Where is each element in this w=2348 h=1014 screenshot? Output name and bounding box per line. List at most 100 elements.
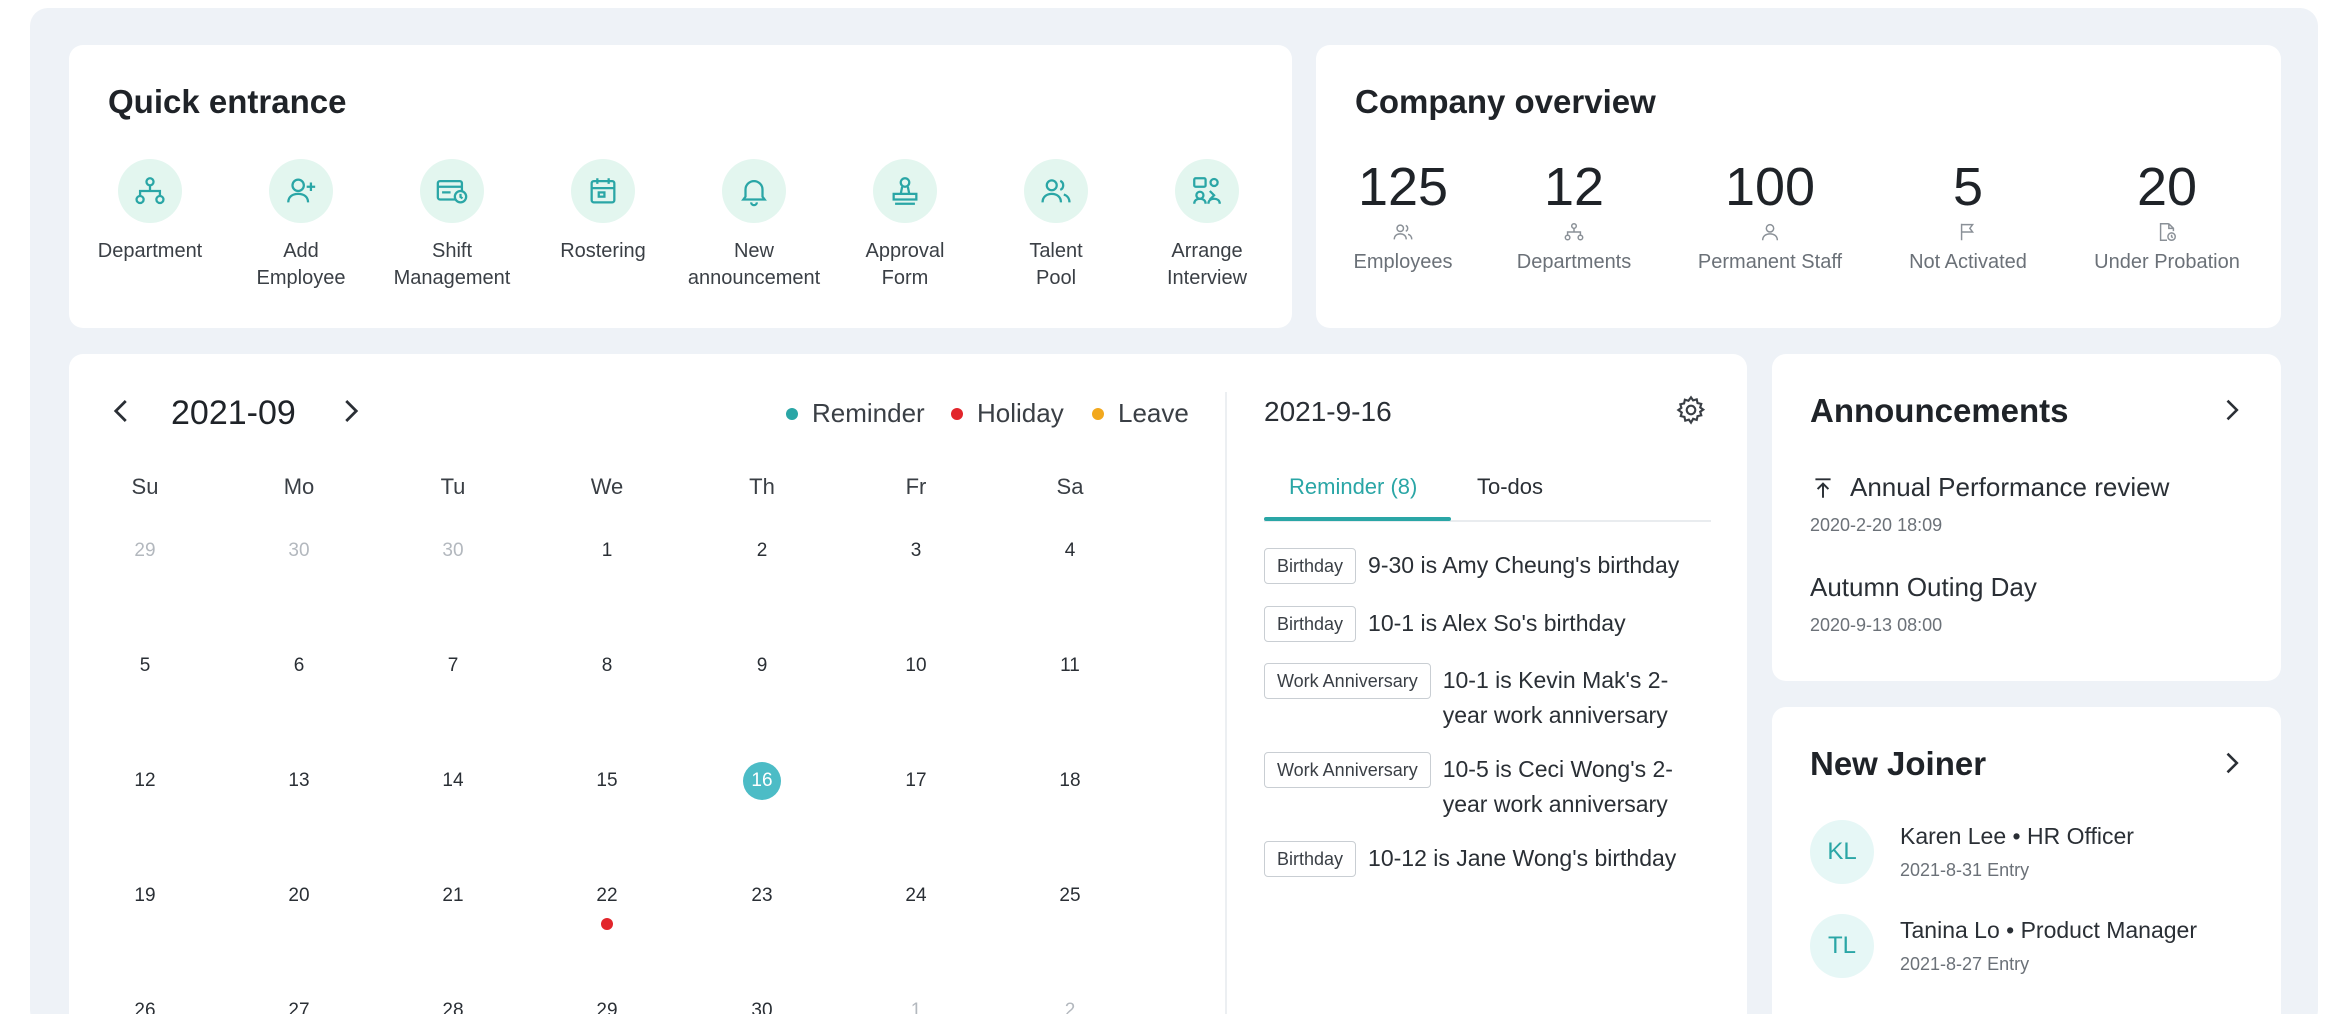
calendar-day[interactable]: 5 bbox=[115, 646, 175, 686]
calendar-day[interactable]: 17 bbox=[886, 761, 946, 801]
stamp-icon bbox=[873, 159, 937, 223]
reminder-item[interactable]: Work Anniversary 10-5 is Ceci Wong's 2- … bbox=[1264, 752, 1673, 822]
quick-entry-label: Add Employee bbox=[256, 240, 346, 289]
stat-label: Departments bbox=[1516, 251, 1632, 273]
calendar-day[interactable]: 10 bbox=[886, 646, 946, 686]
calendar-day[interactable]: 1 bbox=[577, 531, 637, 571]
reminder-item[interactable]: Work Anniversary 10-1 is Kevin Mak's 2- … bbox=[1264, 663, 1668, 733]
calendar-day[interactable]: 30 bbox=[423, 531, 483, 571]
quick-entry-approval-form[interactable]: Approval Form bbox=[830, 159, 980, 292]
joiner-item[interactable]: KL Karen Lee • HR Officer 2021-8-31 Entr… bbox=[1810, 820, 2134, 884]
joiner-item[interactable]: TL Tanina Lo • Product Manager 2021-8-27… bbox=[1810, 914, 2197, 978]
calendar-day-number: 2 bbox=[1064, 1000, 1076, 1014]
calendar-day[interactable]: 8 bbox=[577, 646, 637, 686]
calendar-day-number: 17 bbox=[905, 770, 927, 791]
calendar-day[interactable]: 24 bbox=[886, 876, 946, 916]
calendar-day[interactable]: 21 bbox=[423, 876, 483, 916]
calendar-day[interactable]: 19 bbox=[115, 876, 175, 916]
quick-entry-new-announcement[interactable]: New announcement bbox=[679, 159, 829, 292]
calendar-day-number: 29 bbox=[134, 540, 156, 561]
calendar-day[interactable]: 15 bbox=[577, 761, 637, 801]
calendar-day-number: 30 bbox=[442, 540, 464, 561]
stat-not-activated[interactable]: 5 Not Activated bbox=[1878, 157, 2058, 274]
legend-leave: Leave bbox=[1092, 398, 1189, 429]
calendar-day-number: 24 bbox=[905, 885, 927, 906]
quick-entry-rostering[interactable]: Rostering bbox=[528, 159, 678, 265]
calendar-day[interactable]: 28 bbox=[423, 991, 483, 1014]
calendar-day[interactable]: 14 bbox=[423, 761, 483, 801]
calendar-day[interactable]: 30 bbox=[732, 991, 792, 1014]
reminder-text: 10-5 is Ceci Wong's 2- year work anniver… bbox=[1442, 756, 1673, 817]
people-icon bbox=[1316, 221, 1493, 247]
reminder-text: 10-1 is Kevin Mak's 2- year work anniver… bbox=[1442, 667, 1669, 728]
reminder-tag: Work Anniversary bbox=[1264, 663, 1431, 699]
stat-permanent-staff[interactable]: 100 Permanent Staff bbox=[1680, 157, 1860, 274]
calendar-day[interactable]: 20 bbox=[269, 876, 329, 916]
announcement-item[interactable]: Autumn Outing Day 2020-9-13 08:00 bbox=[1810, 572, 2037, 636]
holiday-dot bbox=[951, 407, 963, 420]
weekday-header: Tu bbox=[440, 474, 466, 499]
flag-icon bbox=[1878, 221, 2058, 247]
calendar-day[interactable]: 12 bbox=[115, 761, 175, 801]
calendar-day-number: 1 bbox=[910, 1000, 922, 1014]
reminder-item[interactable]: Birthday 10-1 is Alex So's birthday bbox=[1264, 606, 1626, 642]
reminder-item[interactable]: Birthday 10-12 is Jane Wong's birthday bbox=[1264, 841, 1676, 877]
stat-under-probation[interactable]: 20 Under Probation bbox=[2077, 157, 2257, 274]
calendar-day[interactable]: 29 bbox=[115, 531, 175, 571]
quick-entry-shift-management[interactable]: Shift Management bbox=[377, 159, 527, 292]
calendar-day[interactable]: 1 bbox=[886, 991, 946, 1014]
stat-value: 125 bbox=[1357, 157, 1449, 217]
announcements-card: Announcements Annual Performance review … bbox=[1772, 354, 2281, 681]
calendar-day[interactable]: 25 bbox=[1040, 876, 1100, 916]
company-overview-title: Company overview bbox=[1355, 83, 1656, 120]
prev-month-button[interactable] bbox=[107, 396, 137, 434]
calendar-day[interactable]: 27 bbox=[269, 991, 329, 1014]
calendar-day[interactable]: 22 bbox=[577, 876, 637, 916]
calendar-day[interactable]: 11 bbox=[1040, 646, 1100, 686]
chevron-right-icon[interactable] bbox=[2217, 396, 2245, 424]
calendar-day[interactable]: 16 bbox=[732, 761, 792, 801]
tab-todos[interactable]: To-dos bbox=[1477, 474, 1543, 500]
quick-entry-talent-pool[interactable]: Talent Pool bbox=[981, 159, 1131, 292]
calendar-day-number: 5 bbox=[139, 655, 151, 676]
shift-card-icon bbox=[420, 159, 484, 223]
calendar-day[interactable]: 6 bbox=[269, 646, 329, 686]
quick-entry-add-employee[interactable]: Add Employee bbox=[226, 159, 376, 292]
chevron-right-icon[interactable] bbox=[2217, 749, 2245, 777]
calendar-day[interactable]: 29 bbox=[577, 991, 637, 1014]
calendar-day-number: 19 bbox=[134, 885, 156, 906]
reminder-dot bbox=[786, 407, 798, 420]
calendar-day-number: 4 bbox=[1064, 540, 1076, 561]
quick-entrance-card: Quick entrance Department Add Employee S… bbox=[69, 45, 1292, 328]
announcement-date: 2020-9-13 08:00 bbox=[1810, 615, 1943, 635]
bell-icon bbox=[722, 159, 786, 223]
calendar-day[interactable]: 18 bbox=[1040, 761, 1100, 801]
reminder-item[interactable]: Birthday 9-30 is Amy Cheung's birthday bbox=[1264, 548, 1679, 584]
next-month-button[interactable] bbox=[335, 396, 365, 434]
calendar-day[interactable]: 7 bbox=[423, 646, 483, 686]
calendar-day-number: 6 bbox=[293, 655, 305, 676]
tab-reminder[interactable]: Reminder (8) bbox=[1289, 474, 1417, 500]
quick-entry-arrange-interview[interactable]: Arrange Interview bbox=[1132, 159, 1282, 292]
calendar-day[interactable]: 30 bbox=[269, 531, 329, 571]
calendar-day[interactable]: 13 bbox=[269, 761, 329, 801]
quick-entry-label: Arrange Interview bbox=[1166, 240, 1248, 289]
add-user-icon bbox=[269, 159, 333, 223]
announcement-date: 2020-2-20 18:09 bbox=[1810, 515, 1943, 535]
calendar-day[interactable]: 2 bbox=[1040, 991, 1100, 1014]
gear-icon[interactable] bbox=[1675, 394, 1707, 426]
org-chart-icon bbox=[118, 159, 182, 223]
stat-employees[interactable]: 125 Employees bbox=[1316, 157, 1493, 274]
calendar-day[interactable]: 23 bbox=[732, 876, 792, 916]
calendar-day-number: 28 bbox=[442, 1000, 464, 1014]
weekday-header: Sa bbox=[1056, 474, 1084, 499]
calendar-day[interactable]: 3 bbox=[886, 531, 946, 571]
stat-departments[interactable]: 12 Departments bbox=[1484, 157, 1664, 274]
calendar-day[interactable]: 26 bbox=[115, 991, 175, 1014]
quick-entry-department[interactable]: Department bbox=[75, 159, 225, 265]
calendar-day[interactable]: 2 bbox=[732, 531, 792, 571]
calendar-day[interactable]: 9 bbox=[732, 646, 792, 686]
calendar-day-number: 25 bbox=[1059, 885, 1081, 906]
announcement-item[interactable]: Annual Performance review 2020-2-20 18:0… bbox=[1810, 472, 2169, 536]
calendar-day[interactable]: 4 bbox=[1040, 531, 1100, 571]
